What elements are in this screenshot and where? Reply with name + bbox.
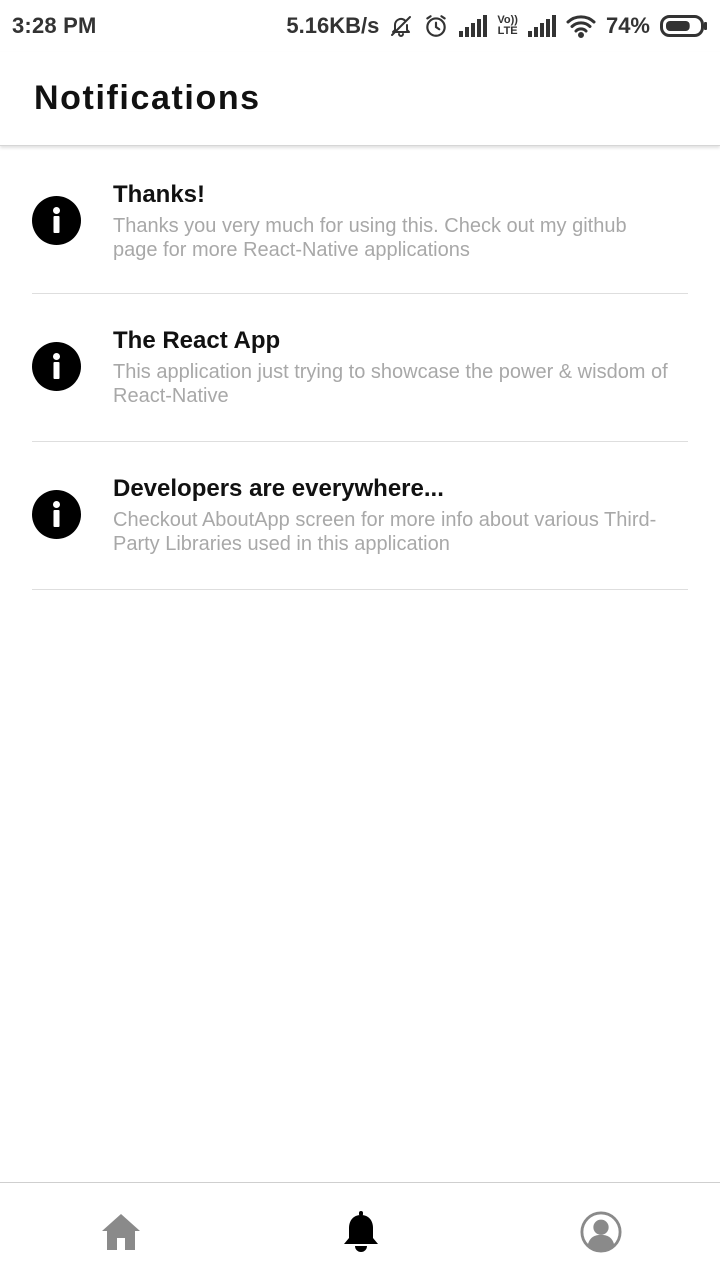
home-icon [102,1213,140,1250]
bell-off-icon [389,13,413,39]
notification-body: This application just trying to showcase… [113,361,668,407]
tab-bar [0,1182,720,1280]
tab-notifications[interactable] [340,1210,382,1253]
info-icon [32,196,81,245]
tab-profile[interactable] [580,1210,622,1253]
volte-icon: Vo)) LTE [497,13,518,39]
wifi-icon [566,13,596,39]
notification-body: Thanks you very much for using this. Che… [113,215,627,261]
signal-icon [459,13,488,39]
page-title: Notifications [34,79,261,117]
battery-percent: 74% [605,13,650,38]
battery-icon [660,13,708,39]
signal-icon [527,13,556,39]
notification-item[interactable]: Developers are everywhere... Checkout Ab… [32,442,688,590]
notification-item[interactable]: The React App This application just tryi… [32,294,688,442]
notification-item[interactable]: Thanks! Thanks you very much for using t… [32,148,688,294]
notification-text: Developers are everywhere... Checkout Ab… [113,474,673,556]
status-icons: 5.16KB/s Vo)) LTE 74% [286,13,708,39]
notification-text: The React App This application just tryi… [113,326,673,408]
profile-icon [580,1210,622,1253]
network-speed: 5.16KB/s [286,13,380,38]
notification-body: Checkout AboutApp screen for more info a… [113,509,657,555]
status-bar: 3:28 PM 5.16KB/s Vo)) LTE 74% [0,0,720,52]
bell-icon [344,1210,378,1252]
header: Notifications [0,52,720,146]
alarm-icon [423,13,449,39]
notification-text: Thanks! Thanks you very much for using t… [113,180,673,262]
status-time: 3:28 PM [12,13,97,38]
notification-title: The React App [113,327,281,354]
notification-title: Developers are everywhere... [113,475,444,502]
notification-list: Thanks! Thanks you very much for using t… [32,148,688,590]
notification-title: Thanks! [113,181,206,208]
info-icon [32,490,81,539]
volte-label-bottom: LTE [497,25,518,37]
tab-home[interactable] [100,1211,142,1253]
notifications-screen: 3:28 PM 5.16KB/s Vo)) LTE 74% Notificati… [0,0,720,1280]
info-icon [32,342,81,391]
